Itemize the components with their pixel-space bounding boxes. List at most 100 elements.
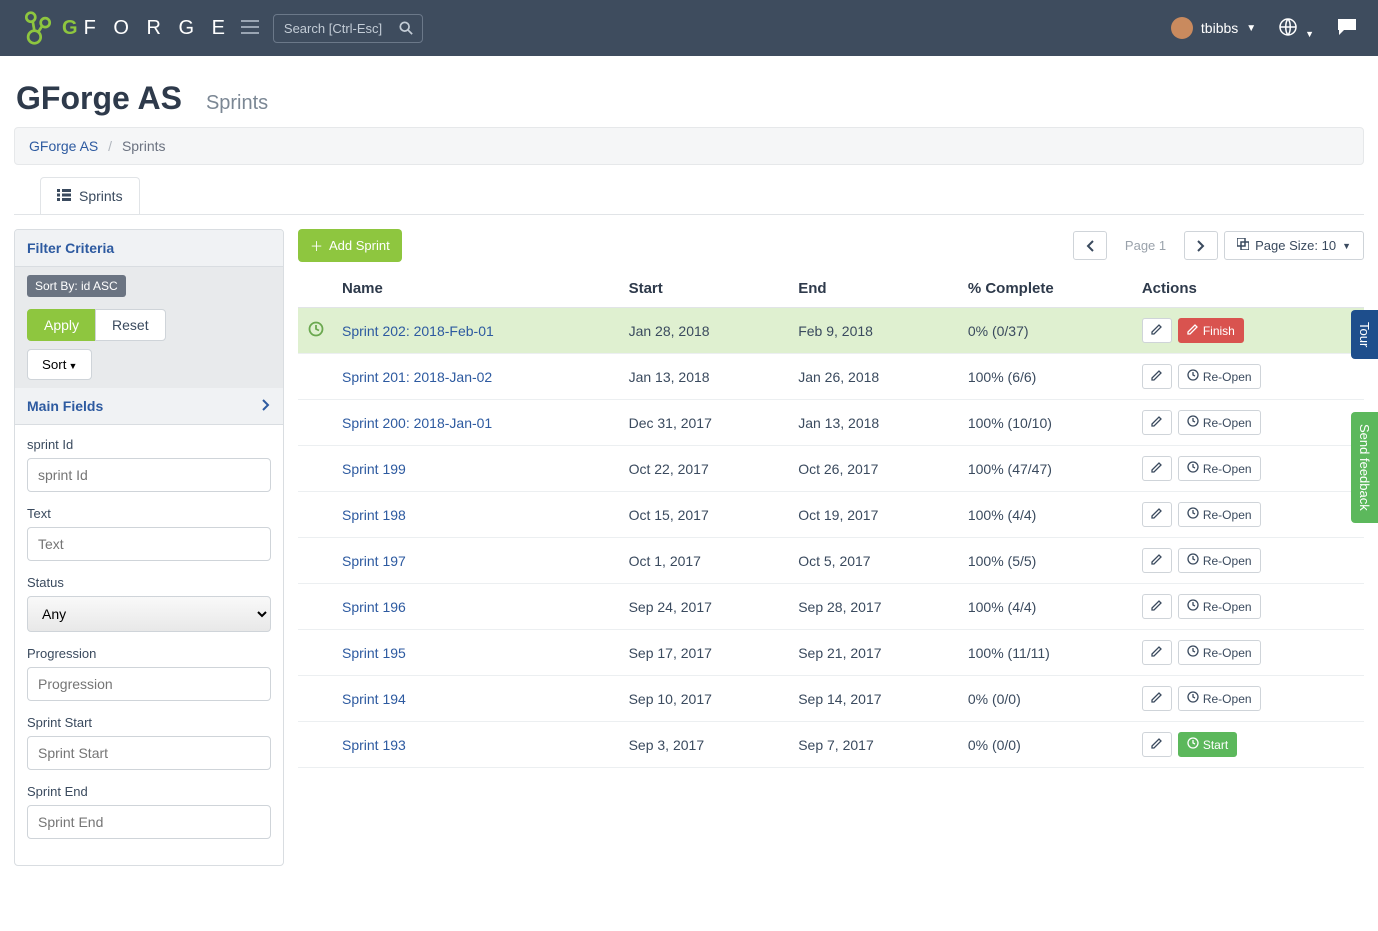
- sort-badge[interactable]: Sort By: id ASC: [27, 275, 126, 297]
- filter-sidebar: Filter Criteria Sort By: id ASC Apply Re…: [14, 229, 284, 866]
- edit-button[interactable]: [1142, 410, 1172, 435]
- edit-button[interactable]: [1142, 548, 1172, 573]
- sprint-link[interactable]: Sprint 195: [342, 645, 406, 661]
- search-icon[interactable]: [399, 21, 413, 38]
- chat-icon[interactable]: [1336, 17, 1358, 40]
- globe-icon[interactable]: ▼: [1278, 17, 1314, 40]
- text-input[interactable]: [27, 527, 271, 561]
- col-status-icon: [298, 270, 334, 308]
- row-start: Oct 1, 2017: [621, 538, 791, 584]
- sort-button-label: Sort: [42, 357, 66, 372]
- filter-header[interactable]: Filter Criteria: [15, 230, 283, 267]
- page-prev-button[interactable]: [1073, 231, 1107, 260]
- sort-button[interactable]: Sort▼: [27, 349, 92, 380]
- clock-icon: [1187, 553, 1199, 568]
- sprint-end-label: Sprint End: [27, 784, 271, 799]
- row-status-icon: [298, 538, 334, 584]
- sprint-link[interactable]: Sprint 198: [342, 507, 406, 523]
- tab-sprints[interactable]: Sprints: [40, 177, 140, 214]
- row-name: Sprint 193: [334, 722, 621, 768]
- tour-tab[interactable]: Tour: [1351, 310, 1378, 359]
- reopen-button[interactable]: Re-Open: [1178, 502, 1261, 527]
- sprint-link[interactable]: Sprint 194: [342, 691, 406, 707]
- tab-label: Sprints: [79, 188, 123, 204]
- content: Filter Criteria Sort By: id ASC Apply Re…: [0, 215, 1378, 880]
- row-end: Jan 26, 2018: [790, 354, 960, 400]
- col-name[interactable]: Name: [334, 270, 621, 308]
- logo[interactable]: GF O R G E: [20, 10, 231, 46]
- username: tbibbs: [1201, 20, 1238, 36]
- clock-icon: [1187, 691, 1199, 706]
- sprint-link[interactable]: Sprint 199: [342, 461, 406, 477]
- filter-header-label: Filter Criteria: [27, 240, 114, 256]
- row-complete: 0% (0/0): [960, 722, 1134, 768]
- start-button[interactable]: Start: [1178, 732, 1237, 757]
- text-label: Text: [27, 506, 271, 521]
- page-size-button[interactable]: Page Size: 10 ▼: [1224, 231, 1364, 260]
- sprint-link[interactable]: Sprint 201: 2018-Jan-02: [342, 369, 492, 385]
- user-menu[interactable]: tbibbs ▼: [1171, 17, 1256, 39]
- reopen-button[interactable]: Re-Open: [1178, 686, 1261, 711]
- edit-button[interactable]: [1142, 364, 1172, 389]
- row-start: Sep 10, 2017: [621, 676, 791, 722]
- col-end[interactable]: End: [790, 270, 960, 308]
- breadcrumb-root[interactable]: GForge AS: [29, 138, 98, 154]
- sprint-link[interactable]: Sprint 200: 2018-Jan-01: [342, 415, 492, 431]
- sprint-link[interactable]: Sprint 202: 2018-Feb-01: [342, 323, 494, 339]
- row-end: Oct 19, 2017: [790, 492, 960, 538]
- reopen-button[interactable]: Re-Open: [1178, 548, 1261, 573]
- reopen-button[interactable]: Re-Open: [1178, 640, 1261, 665]
- gforge-logo-icon: [20, 10, 56, 46]
- clock-icon: [1187, 415, 1199, 430]
- row-start: Oct 15, 2017: [621, 492, 791, 538]
- edit-button[interactable]: [1142, 732, 1172, 757]
- edit-button[interactable]: [1142, 502, 1172, 527]
- clock-icon: [1187, 737, 1199, 752]
- edit-button[interactable]: [1142, 686, 1172, 711]
- edit-button[interactable]: [1142, 594, 1172, 619]
- edit-button[interactable]: [1142, 456, 1172, 481]
- sprint-link[interactable]: Sprint 197: [342, 553, 406, 569]
- col-complete[interactable]: % Complete: [960, 270, 1134, 308]
- reopen-button[interactable]: Re-Open: [1178, 364, 1261, 389]
- sprint-link[interactable]: Sprint 193: [342, 737, 406, 753]
- row-actions: Re-Open: [1134, 584, 1364, 630]
- edit-icon: [1151, 369, 1163, 384]
- main-area: ＋ Add Sprint Page 1 Page Size: 10 ▼: [298, 229, 1364, 768]
- reopen-button[interactable]: Re-Open: [1178, 594, 1261, 619]
- row-end: Oct 26, 2017: [790, 446, 960, 492]
- row-start: Sep 3, 2017: [621, 722, 791, 768]
- table-row: Sprint 196Sep 24, 2017Sep 28, 2017100% (…: [298, 584, 1364, 630]
- edit-button[interactable]: [1142, 318, 1172, 343]
- edit-button[interactable]: [1142, 640, 1172, 665]
- row-name: Sprint 194: [334, 676, 621, 722]
- add-sprint-button[interactable]: ＋ Add Sprint: [298, 229, 402, 262]
- edit-icon: [1151, 691, 1163, 706]
- table-row: Sprint 194Sep 10, 2017Sep 14, 20170% (0/…: [298, 676, 1364, 722]
- row-status-icon: [298, 676, 334, 722]
- reopen-button[interactable]: Re-Open: [1178, 456, 1261, 481]
- sprint-start-input[interactable]: [27, 736, 271, 770]
- reset-button[interactable]: Reset: [95, 309, 166, 341]
- page-heading: GForge AS Sprints: [0, 56, 1378, 127]
- sprint-end-input[interactable]: [27, 805, 271, 839]
- status-select[interactable]: Any: [27, 596, 271, 632]
- page-subtitle: Sprints: [206, 92, 268, 115]
- row-actions: Re-Open: [1134, 446, 1364, 492]
- menu-icon[interactable]: [241, 20, 259, 37]
- page-next-button[interactable]: [1184, 231, 1218, 260]
- feedback-tab[interactable]: Send feedback: [1351, 412, 1378, 523]
- sprint-id-input[interactable]: [27, 458, 271, 492]
- col-start[interactable]: Start: [621, 270, 791, 308]
- breadcrumb-current: Sprints: [122, 138, 166, 154]
- progression-input[interactable]: [27, 667, 271, 701]
- add-sprint-label: Add Sprint: [329, 238, 390, 253]
- finish-button[interactable]: Finish: [1178, 318, 1244, 343]
- reopen-button[interactable]: Re-Open: [1178, 410, 1261, 435]
- row-status-icon: [298, 722, 334, 768]
- main-fields-header[interactable]: Main Fields: [15, 388, 283, 425]
- sprint-link[interactable]: Sprint 196: [342, 599, 406, 615]
- apply-button[interactable]: Apply: [27, 309, 96, 341]
- caret-down-icon: ▼: [1246, 23, 1256, 34]
- row-complete: 0% (0/0): [960, 676, 1134, 722]
